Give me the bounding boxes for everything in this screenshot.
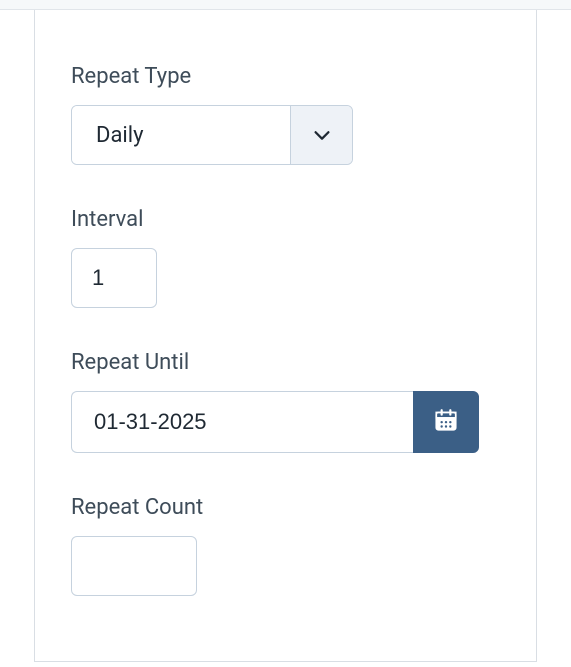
repeat-type-select[interactable]: Daily (71, 105, 353, 165)
repeat-count-input[interactable] (71, 536, 197, 596)
recurring-settings-panel: Recurring Settings Repeat Type Daily Int… (34, 10, 537, 662)
repeat-type-field: Repeat Type Daily (71, 64, 500, 165)
interval-field: Interval (71, 207, 500, 308)
repeat-until-group (71, 391, 479, 453)
section-title: Recurring Settings (71, 10, 500, 16)
date-picker-button[interactable] (413, 391, 479, 453)
chevron-down-icon (290, 106, 352, 164)
interval-label: Interval (71, 207, 500, 232)
repeat-count-label: Repeat Count (71, 495, 500, 520)
repeat-until-input[interactable] (71, 391, 413, 453)
calendar-icon (433, 407, 459, 437)
repeat-count-field: Repeat Count (71, 495, 500, 596)
repeat-type-label: Repeat Type (71, 64, 500, 89)
top-bar (0, 0, 571, 10)
repeat-until-label: Repeat Until (71, 350, 500, 375)
interval-input[interactable] (71, 248, 157, 308)
repeat-type-value: Daily (72, 106, 290, 164)
repeat-until-field: Repeat Until (71, 350, 500, 453)
